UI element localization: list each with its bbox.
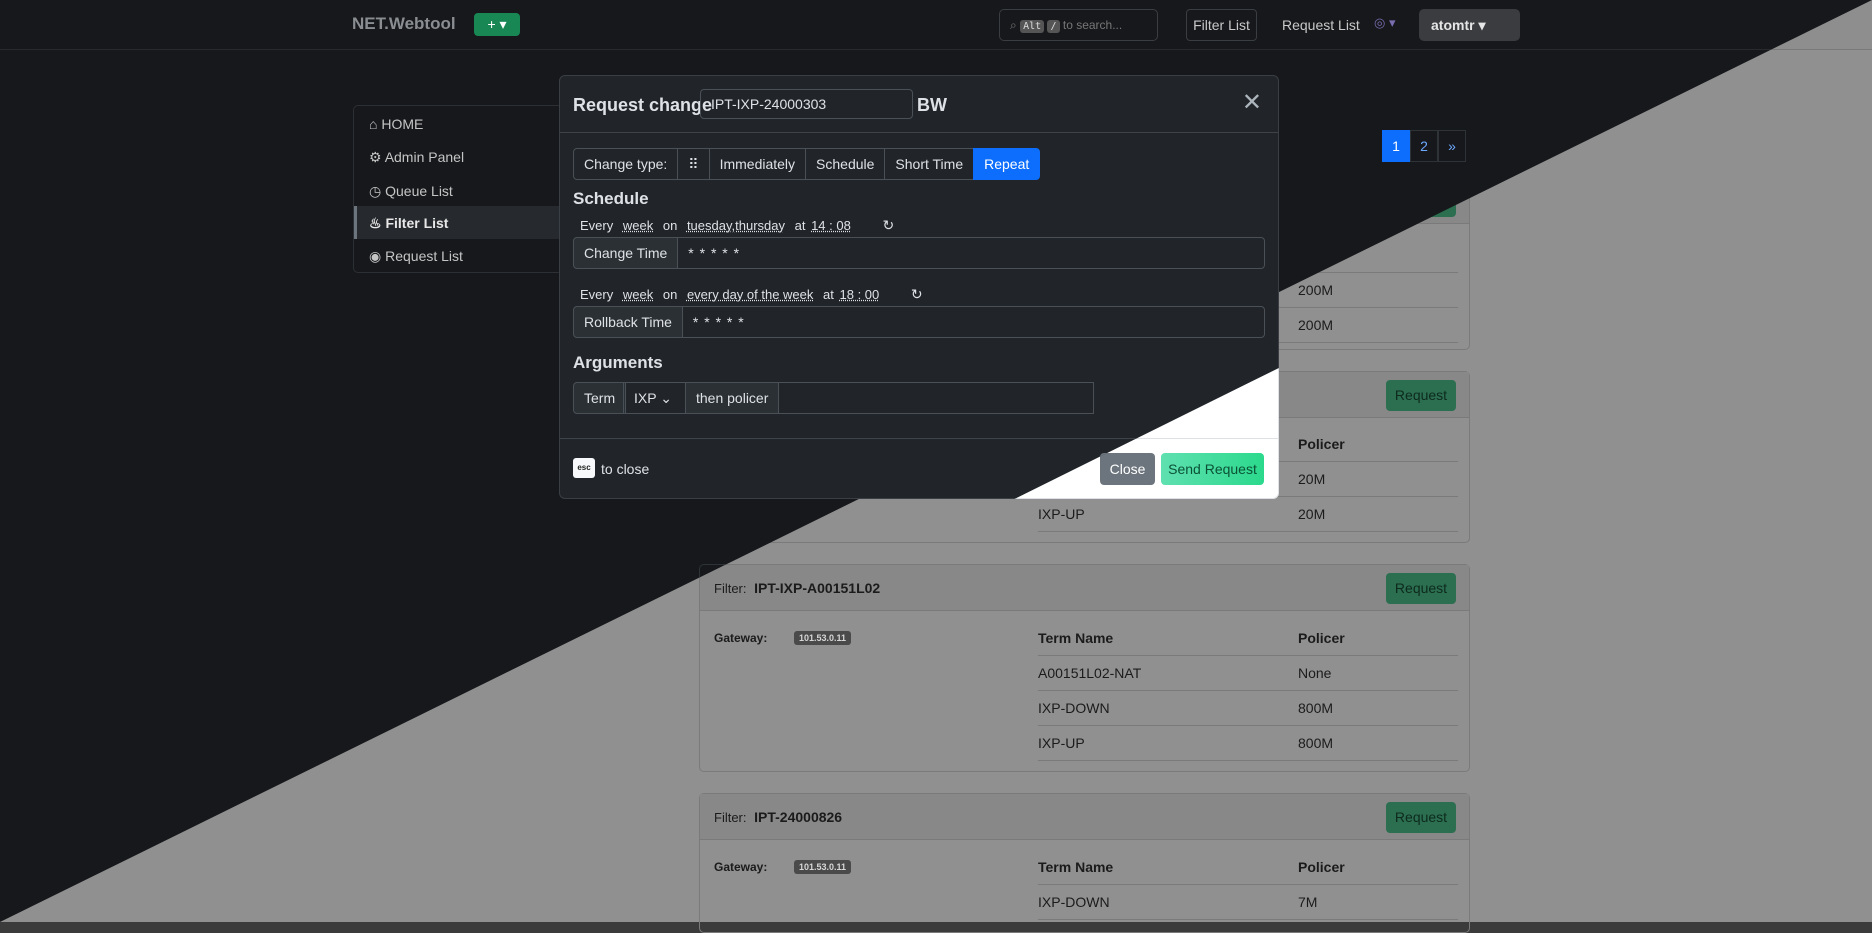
- type-immediately[interactable]: Immediately: [708, 148, 807, 180]
- change-time-input[interactable]: * * * * *: [678, 237, 1265, 269]
- home-icon: ⌂: [369, 116, 378, 132]
- sidebar: ⌂ HOME ⚙ Admin Panel ◷ Queue List ♨ Filt…: [353, 105, 563, 273]
- rollback-time-group: Rollback Time * * * * *: [573, 306, 1265, 338]
- argument-row: Term IXP ⌄ then policer: [573, 382, 1265, 414]
- reset-icon[interactable]: ↻: [882, 217, 894, 233]
- search-icon: ⌕: [1010, 18, 1017, 32]
- page-2[interactable]: 2: [1410, 130, 1438, 162]
- brand-logo[interactable]: NET.Webtool: [352, 14, 456, 34]
- term-label: Term: [573, 382, 627, 414]
- filter-card: Filter: IPT-24000826 Request Gateway: 10…: [699, 793, 1470, 933]
- pagination: 1 2 »: [1382, 130, 1466, 162]
- change-cron-line: Every week on tuesday,thursday at 14 : 0…: [580, 217, 895, 233]
- add-button[interactable]: + ▾: [474, 13, 520, 36]
- change-time-label: Change Time: [573, 237, 679, 269]
- request-button[interactable]: Request: [1386, 573, 1456, 604]
- type-schedule[interactable]: Schedule: [805, 148, 886, 180]
- fire-icon: ♨: [369, 215, 382, 231]
- gateway-badge: 101.53.0.11: [794, 631, 852, 645]
- reset-icon[interactable]: ↻: [911, 286, 923, 302]
- change-type-label: Change type:: [573, 148, 679, 180]
- rollback-time-label: Rollback Time: [573, 306, 683, 338]
- rollback-cron-line: Every week on every day of the week at 1…: [580, 286, 923, 302]
- filter-name-input[interactable]: IPT-IXP-24000303: [700, 89, 913, 119]
- type-short-time[interactable]: Short Time: [884, 148, 975, 180]
- sidebar-item-filter[interactable]: ♨ Filter List: [369, 215, 448, 232]
- gateway-label: Gateway:: [714, 631, 768, 645]
- esc-hint: to close: [601, 461, 650, 477]
- change-time-group: Change Time * * * * *: [573, 237, 1265, 269]
- user-menu[interactable]: atomtr ▾: [1419, 9, 1520, 41]
- rollback-days[interactable]: every day of the week: [687, 287, 813, 302]
- bw-suffix: BW: [917, 95, 947, 115]
- send-request-button[interactable]: Send Request: [1161, 453, 1264, 485]
- change-time[interactable]: 14 : 08: [811, 218, 851, 233]
- change-unit[interactable]: week: [623, 218, 653, 233]
- top-navbar: NET.Webtool + ▾ ⌕ Alt / to search... Fil…: [0, 0, 1872, 50]
- search-input[interactable]: ⌕ Alt / to search...: [999, 9, 1158, 41]
- nav-request-list[interactable]: Request List: [1282, 17, 1360, 33]
- clock-icon: ◷: [369, 183, 382, 199]
- then-policer-label: then policer: [685, 382, 780, 414]
- rollback-unit[interactable]: week: [623, 287, 653, 302]
- type-repeat[interactable]: Repeat: [973, 148, 1041, 180]
- gateway-badge: 101.53.0.11: [794, 860, 852, 874]
- close-button[interactable]: Close: [1100, 453, 1155, 485]
- sidebar-item-request[interactable]: ◉ Request List: [369, 248, 463, 265]
- request-button[interactable]: Request: [1386, 380, 1456, 411]
- change-days[interactable]: tuesday,thursday: [687, 218, 785, 233]
- rollback-time[interactable]: 18 : 00: [840, 287, 880, 302]
- language-menu[interactable]: ◎ ▾: [1374, 15, 1395, 31]
- gateway-label: Gateway:: [714, 860, 768, 874]
- drag-handle-icon[interactable]: ⠿: [677, 148, 710, 180]
- rollback-time-input[interactable]: * * * * *: [682, 306, 1265, 338]
- schedule-heading: Schedule: [573, 189, 649, 208]
- nav-filter-list[interactable]: Filter List: [1186, 9, 1257, 41]
- policer-input[interactable]: [778, 382, 1094, 414]
- page-next[interactable]: »: [1438, 130, 1466, 162]
- sidebar-item-home[interactable]: ⌂ HOME: [369, 116, 423, 132]
- term-select[interactable]: IXP ⌄: [623, 382, 686, 414]
- chevron-down-icon: ⌄: [660, 390, 672, 406]
- close-icon[interactable]: ✕: [1242, 91, 1262, 115]
- filter-name: IPT-IXP-A00151L02: [754, 580, 881, 596]
- gear-icon: ⚙: [369, 149, 382, 165]
- sidebar-item-admin[interactable]: ⚙ Admin Panel: [369, 149, 464, 166]
- arguments-heading: Arguments: [573, 353, 663, 372]
- filter-name: IPT-24000826: [754, 809, 843, 825]
- modal-title: Request change: [573, 95, 713, 115]
- filter-card: Filter: IPT-IXP-A00151L02 Request Gatewa…: [699, 564, 1470, 772]
- esc-key: esc: [573, 458, 595, 478]
- sidebar-item-queue[interactable]: ◷ Queue List: [369, 183, 453, 200]
- page-1[interactable]: 1: [1382, 130, 1410, 162]
- record-icon: ◉: [369, 248, 382, 264]
- request-button[interactable]: Request: [1386, 802, 1456, 833]
- change-type-group: Change type: ⠿ Immediately Schedule Shor…: [573, 148, 1041, 180]
